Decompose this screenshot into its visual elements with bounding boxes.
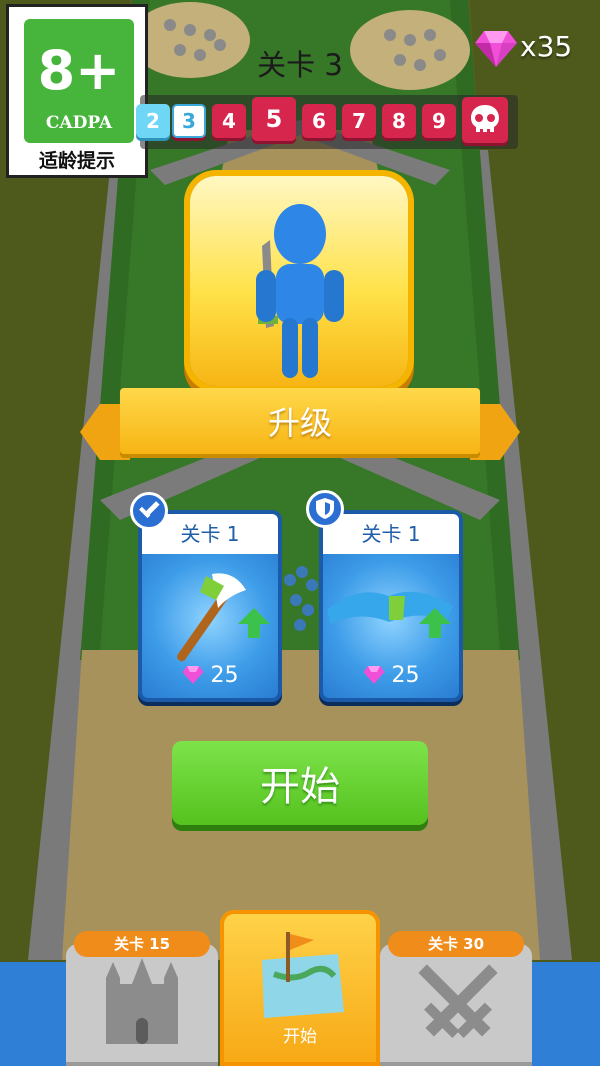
gem-icon xyxy=(475,31,517,67)
armor-upgrade-cost-value: 25 xyxy=(391,663,420,688)
stage-upcoming: 7 xyxy=(342,104,376,138)
nav-battle-tab[interactable] xyxy=(380,944,532,1066)
stage-progress-bar: 2 3 4 5 6 7 8 9 xyxy=(136,95,518,149)
age-rating-org: CADPA xyxy=(45,113,113,133)
nav-edge-right xyxy=(530,962,600,1066)
weapon-upgrade-cost-value: 25 xyxy=(210,663,239,688)
upgrade-banner-label: 升级 xyxy=(267,404,332,442)
age-rating-note: 适龄提示 xyxy=(38,150,115,172)
weapon-upgrade-card[interactable]: 关卡 1 25 xyxy=(138,510,282,702)
armor-upgrade-level: 关卡 1 xyxy=(323,514,459,554)
level-title: 关卡 3 xyxy=(257,48,343,82)
stage-upcoming: 6 xyxy=(302,104,336,138)
gem-icon xyxy=(182,666,203,684)
armor-upgrade-card[interactable]: 关卡 1 25 xyxy=(319,510,463,702)
stage-done: 2 xyxy=(136,104,170,138)
age-rating-badge: 8+ CADPA 适龄提示 xyxy=(6,4,148,178)
armor-upgrade-body: 25 xyxy=(323,554,459,698)
armor-badge xyxy=(306,490,344,528)
weapon-upgrade-cost: 25 xyxy=(142,663,278,688)
nav-castle-level-tag: 关卡 15 xyxy=(74,931,210,957)
crossed-swords-icon xyxy=(418,964,498,1038)
nav-castle-tab[interactable] xyxy=(66,944,218,1066)
weapon-upgrade-body: 25 xyxy=(142,554,278,698)
skull-icon xyxy=(471,105,499,132)
shield-icon xyxy=(316,498,334,519)
age-rating-number: 8+ xyxy=(37,39,121,102)
nav-battle-level-tag: 关卡 30 xyxy=(388,931,524,957)
stage-upcoming: 9 xyxy=(422,104,456,138)
nav-edge-left xyxy=(0,962,70,1066)
stage-current: 3 xyxy=(172,104,206,138)
stage-milestone: 5 xyxy=(252,97,296,141)
stage-upcoming: 4 xyxy=(212,104,246,138)
castle-icon xyxy=(106,958,178,1044)
gem-count: x35 xyxy=(520,30,573,63)
map-flag-icon xyxy=(262,932,344,1018)
nav-start-label: 开始 xyxy=(283,1027,317,1047)
weapon-badge xyxy=(130,492,168,530)
stage-upcoming: 8 xyxy=(382,104,416,138)
armor-icon xyxy=(327,591,453,638)
stage-boss xyxy=(462,97,508,143)
axe-icon xyxy=(177,573,270,662)
hero-character xyxy=(256,204,344,378)
hero-card[interactable] xyxy=(190,176,408,386)
age-rating-panel: 8+ CADPA xyxy=(24,19,134,143)
armor-upgrade-cost: 25 xyxy=(323,663,459,688)
start-button[interactable]: 开始 xyxy=(172,741,428,825)
gem-icon xyxy=(363,666,384,684)
sword-icon xyxy=(139,501,160,519)
